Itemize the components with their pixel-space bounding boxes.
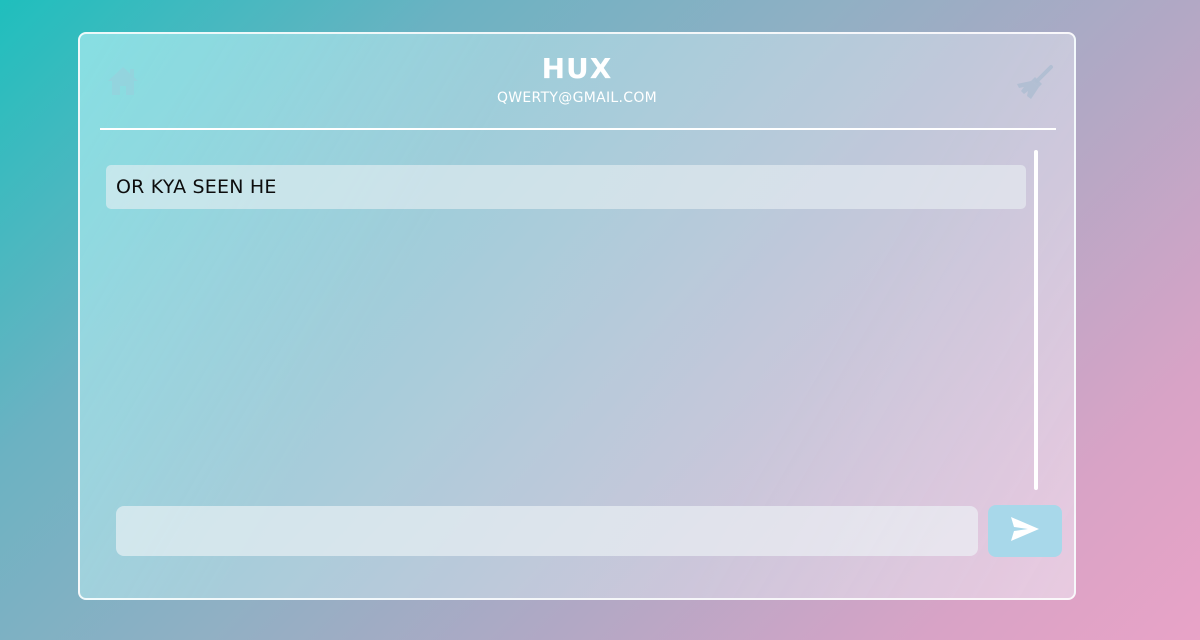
broom-icon <box>1015 63 1055 107</box>
chat-title: HUX <box>541 52 613 85</box>
send-icon <box>1010 516 1040 546</box>
header-divider <box>100 128 1056 130</box>
send-button[interactable] <box>988 505 1062 557</box>
clear-chat-button[interactable] <box>1014 64 1056 106</box>
message-input[interactable] <box>116 506 978 556</box>
message-scrollbar[interactable] <box>1034 150 1038 490</box>
chat-panel: HUX QWERTY@GMAIL.COM OR KYA SEEN HE <box>78 32 1076 600</box>
message-bubble: OR KYA SEEN HE <box>106 165 1026 209</box>
chat-email: QWERTY@GMAIL.COM <box>496 90 658 106</box>
message-list[interactable]: OR KYA SEEN HE <box>106 150 1032 490</box>
